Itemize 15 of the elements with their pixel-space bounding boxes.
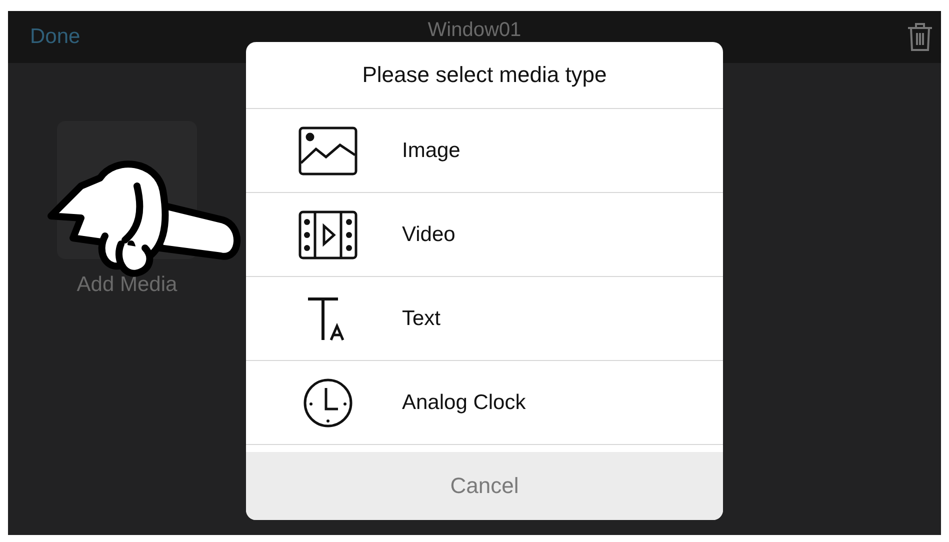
window-title: Window01 (428, 19, 522, 42)
trash-icon[interactable] (907, 22, 933, 52)
media-option[interactable]: Text (246, 277, 723, 361)
film-icon (298, 208, 358, 260)
image-icon (298, 124, 358, 176)
media-option[interactable]: Video (246, 193, 723, 277)
media-option[interactable]: Analog Clock (246, 361, 723, 445)
option-label: Video (402, 222, 456, 246)
tile-label: Add Media (76, 273, 178, 297)
option-label: Analog Clock (402, 390, 526, 414)
dialog-title: Please select media type (246, 42, 723, 109)
option-label: Image (402, 138, 460, 162)
media-option[interactable]: Image (246, 109, 723, 193)
cancel-button[interactable]: Cancel (246, 452, 723, 520)
option-label: Text (402, 306, 441, 330)
